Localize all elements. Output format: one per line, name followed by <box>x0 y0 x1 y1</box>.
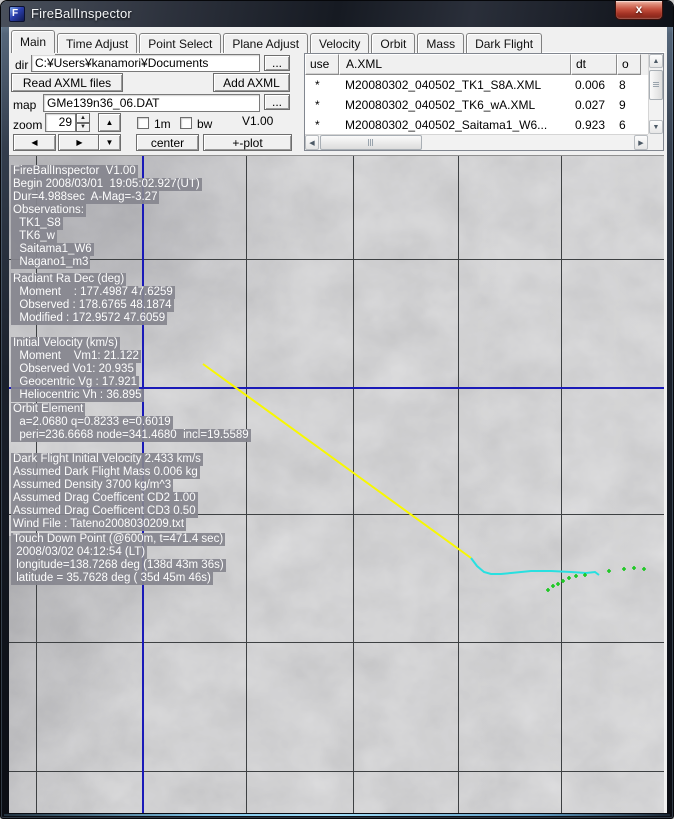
checkbox-bw[interactable] <box>180 117 192 129</box>
zoom-spinner: ▲ ▼ <box>76 113 90 132</box>
cell-o: 6 <box>617 118 639 132</box>
map-label: map <box>13 98 36 112</box>
tab-mass[interactable]: Mass <box>417 33 464 53</box>
list-vertical-scrollbar[interactable]: ▲ ▼ <box>648 54 663 134</box>
hscroll-thumb[interactable] <box>320 135 422 150</box>
zoom-spin-down-icon[interactable]: ▼ <box>76 123 90 133</box>
scroll-right-icon[interactable]: ▶ <box>634 135 648 150</box>
column-header-o[interactable]: o <box>617 54 641 75</box>
pan-down-button[interactable]: ▼ <box>98 134 121 151</box>
checkbox-1m[interactable] <box>137 117 149 129</box>
checkbox-bw-label: bw <box>197 117 212 131</box>
scroll-down-icon[interactable]: ▼ <box>649 120 663 134</box>
pan-up-button[interactable]: ▲ <box>98 113 121 132</box>
map-field[interactable]: GMe139n36_06.DAT <box>43 94 260 112</box>
cell-dt: 0.027 <box>571 98 617 112</box>
list-horizontal-scrollbar[interactable]: ◀ ▶ <box>305 134 648 150</box>
vscroll-thumb[interactable] <box>649 70 663 100</box>
column-header-axml[interactable]: A.XML <box>339 54 571 75</box>
tab-point-select[interactable]: Point Select <box>139 33 221 53</box>
zoom-spin-up-icon[interactable]: ▲ <box>76 113 90 123</box>
scroll-left-icon[interactable]: ◀ <box>305 135 319 150</box>
scrollbar-corner <box>648 134 663 150</box>
dir-label: dir <box>15 58 28 72</box>
app-icon: F <box>9 6 25 22</box>
add-axml-button[interactable]: Add AXML <box>213 73 290 92</box>
tab-main[interactable]: Main <box>11 30 55 53</box>
version-label: V1.00 <box>242 114 273 128</box>
dir-field[interactable]: C:¥Users¥kanamori¥Documents <box>31 54 260 72</box>
map-canvas[interactable]: FireBallInspector V1.00Begin 2008/03/01 … <box>9 155 664 813</box>
table-row[interactable]: *M20080302_040502_Saitama1_W6...0.9236 <box>305 115 648 135</box>
pan-left-button[interactable]: ◀ <box>13 134 56 151</box>
column-header-dt[interactable]: dt <box>571 54 617 75</box>
cell-axml: M20080302_040502_Saitama1_W6... <box>339 118 571 132</box>
cell-use: * <box>305 98 339 112</box>
cell-use: * <box>305 118 339 132</box>
cell-axml: M20080302_040502_TK1_S8A.XML <box>339 78 571 92</box>
tab-orbit[interactable]: Orbit <box>371 33 415 53</box>
column-header-use[interactable]: use <box>305 54 339 75</box>
cell-o: 8 <box>617 78 639 92</box>
tab-plane-adjust[interactable]: Plane Adjust <box>223 33 308 53</box>
map-browse-button[interactable]: ... <box>264 94 290 110</box>
list-body: *M20080302_040502_TK1_S8A.XML0.0068*M200… <box>305 75 648 134</box>
plot-button[interactable]: +-plot <box>203 134 292 151</box>
table-row[interactable]: *M20080302_040502_TK1_S8A.XML0.0068 <box>305 75 648 95</box>
tab-velocity[interactable]: Velocity <box>310 33 369 53</box>
read-axml-button[interactable]: Read AXML files <box>11 73 123 92</box>
client-area: MainTime AdjustPoint SelectPlane AdjustV… <box>9 27 667 813</box>
window-title: FireBallInspector <box>31 6 132 21</box>
axml-listview: use A.XML dt o *M20080302_040502_TK1_S8A… <box>304 53 664 151</box>
cell-use: * <box>305 78 339 92</box>
pan-right-button[interactable]: ▶ <box>58 134 101 151</box>
cell-axml: M20080302_040502_TK6_wA.XML <box>339 98 571 112</box>
app-window: F FireBallInspector x MainTime AdjustPoi… <box>0 0 674 819</box>
table-row[interactable]: *M20080302_040502_TK6_wA.XML0.0279 <box>305 95 648 115</box>
close-button[interactable]: x <box>615 1 663 20</box>
list-header: use A.XML dt o <box>305 54 663 75</box>
center-button[interactable]: center <box>136 134 199 151</box>
dir-browse-button[interactable]: ... <box>264 55 290 71</box>
scroll-up-icon[interactable]: ▲ <box>649 54 663 68</box>
terrain-texture <box>9 156 664 813</box>
tab-dark-flight[interactable]: Dark Flight <box>466 33 542 53</box>
zoom-value-field[interactable]: 29 <box>45 113 76 132</box>
tab-strip: MainTime AdjustPoint SelectPlane AdjustV… <box>11 30 665 53</box>
zoom-label: zoom <box>13 118 42 132</box>
title-bar[interactable]: F FireBallInspector x <box>1 1 673 27</box>
cell-dt: 0.006 <box>571 78 617 92</box>
cell-dt: 0.923 <box>571 118 617 132</box>
tab-time-adjust[interactable]: Time Adjust <box>57 33 137 53</box>
checkbox-1m-label: 1m <box>154 117 171 131</box>
cell-o: 9 <box>617 98 639 112</box>
